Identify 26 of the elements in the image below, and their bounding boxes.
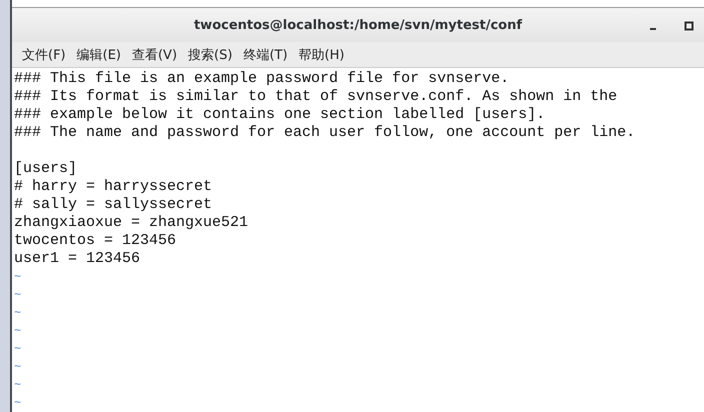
text-line: ### example below it contains one section labelled [users]. (14, 106, 546, 123)
menu-item[interactable]: 编辑(E) (76, 46, 121, 64)
text-line: ### Its format is similar to that of svnserve.conf. As shown in the (14, 88, 618, 105)
empty-line-marker: ~ (14, 360, 22, 374)
text-line: ### This file is an example password file for svnserve. (14, 70, 510, 87)
empty-line-marker: ~ (14, 378, 22, 392)
empty-line-marker: ~ (14, 288, 22, 302)
text-line: # harry = harryssecret (14, 178, 212, 195)
text-line: user1 = 123456 (14, 250, 140, 267)
empty-line-marker: ~ (14, 396, 22, 410)
menu-item[interactable]: 帮助(H) (298, 46, 344, 64)
menu-item[interactable]: 查看(V) (132, 46, 178, 64)
text-line: ### The name and password for each user follow, one account per line. (14, 124, 636, 141)
empty-line-marker: ~ (14, 324, 22, 338)
text-line: twocentos = 123456 (14, 232, 176, 249)
maximize-icon[interactable] (684, 21, 694, 31)
window-title: twocentos@localhost:/home/svn/mytest/conf (194, 18, 522, 33)
text-line: zhangxiaoxue = zhangxue521 (14, 214, 248, 231)
text-line: # sally = sallyssecret (14, 196, 212, 213)
text-line: [users] (14, 160, 78, 177)
menu-item[interactable]: 文件(F) (22, 46, 66, 64)
empty-line-marker: ~ (14, 342, 22, 356)
menu-item[interactable]: 终端(T) (243, 46, 288, 64)
empty-line-marker: ~ (14, 270, 22, 284)
empty-line-marker: ~ (14, 306, 22, 320)
menu-item[interactable]: 搜索(S) (188, 46, 232, 64)
